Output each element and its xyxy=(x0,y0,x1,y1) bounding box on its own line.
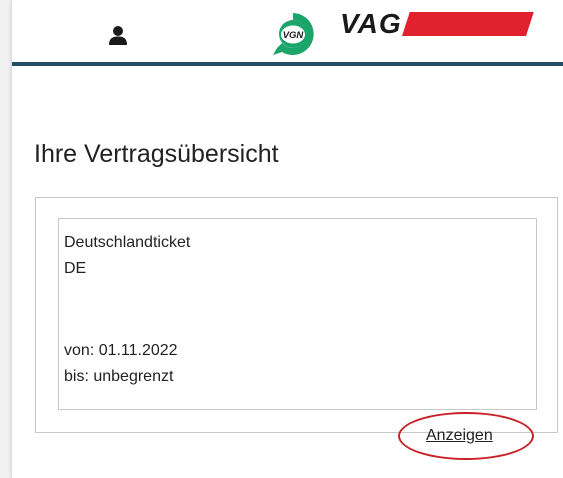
page: VGN VAG Ihre Vertragsübersicht Deutschla… xyxy=(12,0,563,478)
contract-code: DE xyxy=(64,260,87,277)
vgn-logo-text: VGN xyxy=(283,30,305,41)
vgn-logo[interactable]: VGN xyxy=(269,10,317,58)
contract-valid-from: von: 01.11.2022 xyxy=(64,342,178,359)
user-icon[interactable] xyxy=(107,24,129,46)
vag-logo-bar xyxy=(402,12,534,36)
contract-valid-until: bis: unbegrenzt xyxy=(64,368,174,385)
highlight-circle xyxy=(398,412,534,460)
header: VGN VAG xyxy=(12,0,563,66)
vag-logo[interactable]: VAG xyxy=(340,8,534,39)
contract-details: Deutschlandticket DE von: 01.11.2022 bis… xyxy=(58,218,537,410)
contract-name: Deutschlandticket xyxy=(64,234,191,251)
page-title: Ihre Vertragsübersicht xyxy=(34,140,279,168)
vag-logo-text: VAG xyxy=(340,8,402,39)
contract-card: Deutschlandticket DE von: 01.11.2022 bis… xyxy=(35,197,558,433)
